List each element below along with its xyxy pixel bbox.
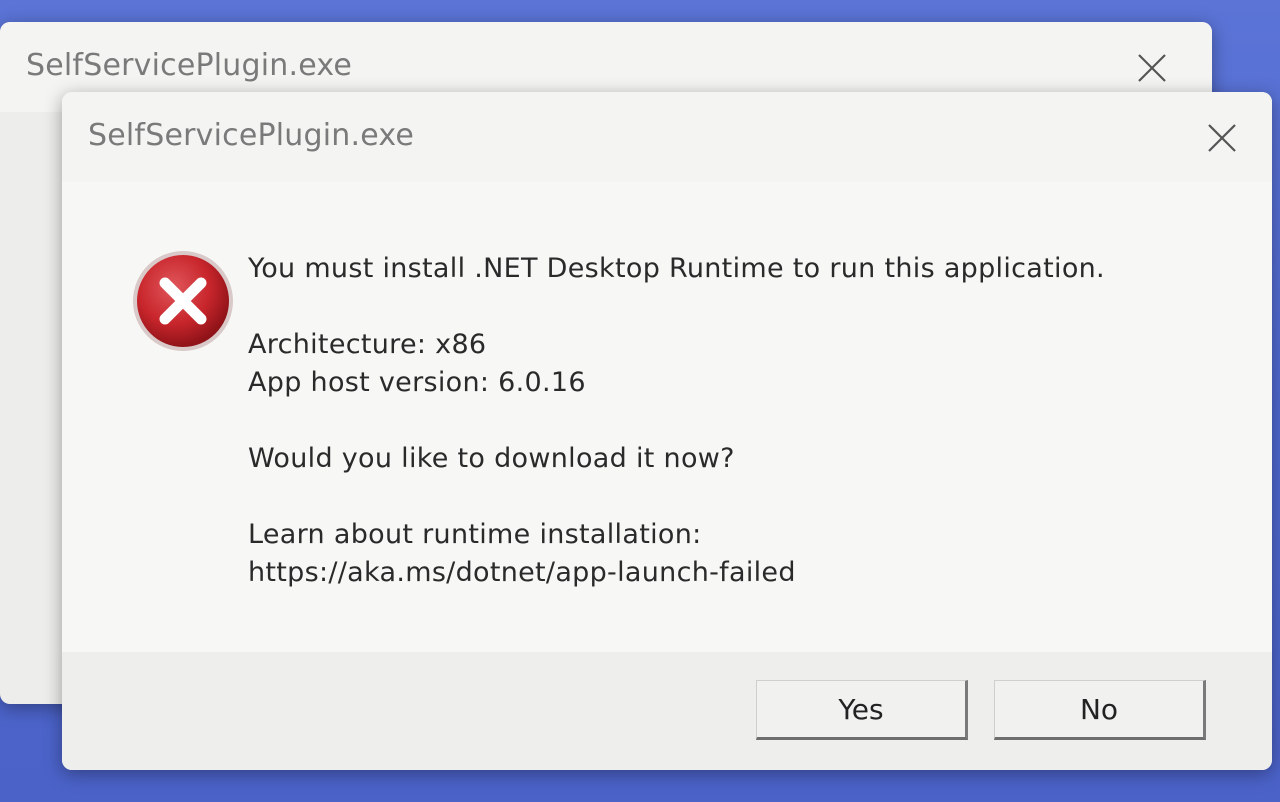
no-button[interactable]: No [994,680,1206,740]
error-icon [130,248,236,354]
yes-button[interactable]: Yes [756,680,968,740]
error-headline: You must install .NET Desktop Runtime to… [248,253,1105,284]
download-question: Would you like to download it now? [248,443,735,474]
dialog-title-bar[interactable]: SelfServicePlugin.exe [62,92,1272,182]
host-version-text: App host version: 6.0.16 [248,367,586,398]
close-icon [1138,54,1166,82]
dialog-close-button[interactable] [1192,114,1252,162]
close-icon [1208,124,1236,152]
learn-url: https://aka.ms/dotnet/app-launch-failed [248,557,796,588]
background-dialog-title: SelfServicePlugin.exe [26,48,353,83]
background-dialog-close-button[interactable] [1122,44,1182,92]
error-dialog-window: SelfServicePlugin.exe You must install .… [62,92,1272,770]
error-message: You must install .NET Desktop Runtime to… [248,250,1232,592]
dialog-title: SelfServicePlugin.exe [88,118,415,153]
architecture-text: Architecture: x86 [248,329,487,360]
learn-label: Learn about runtime installation: [248,519,702,550]
